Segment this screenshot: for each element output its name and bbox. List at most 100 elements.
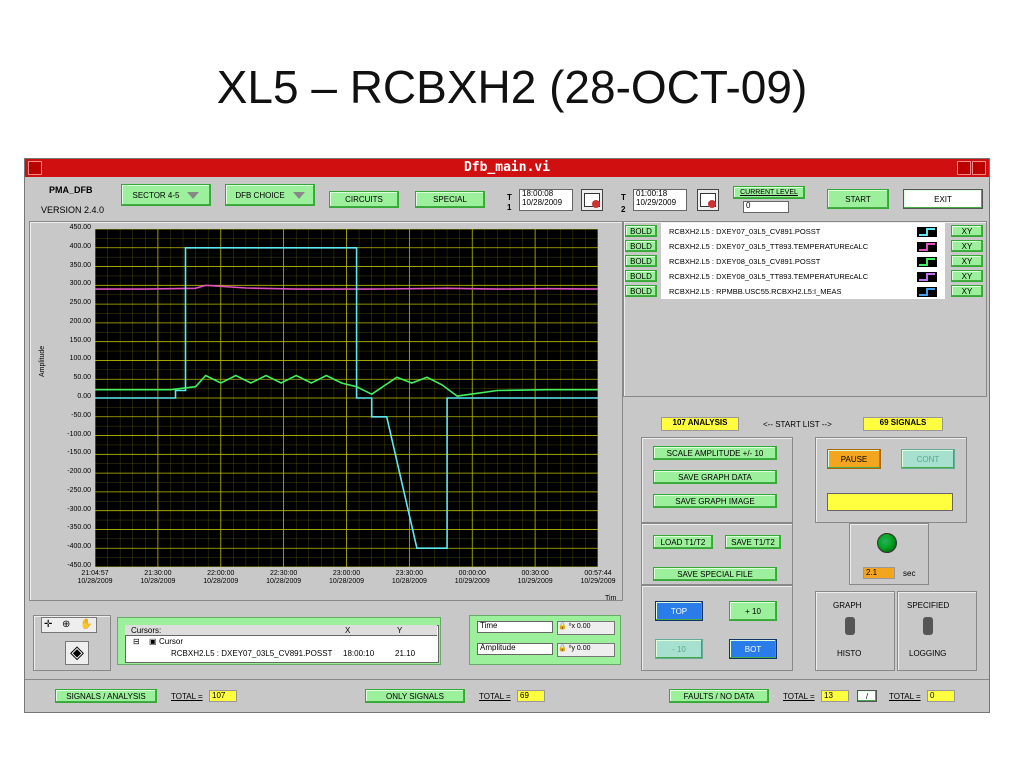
- signal-color-icon: [917, 257, 937, 267]
- xy-button[interactable]: XY: [951, 240, 983, 252]
- faults-no-data-button[interactable]: FAULTS / NO DATA: [669, 689, 769, 703]
- signal-color-icon: [917, 272, 937, 282]
- total2-value: 69: [517, 690, 545, 702]
- signal-name: RCBXH2.L5 : DXEY07_03L5_CV891.POSST: [669, 227, 821, 236]
- x-tick-label: 23:00:00 10/28/2009: [328, 570, 365, 586]
- total3-value: 13: [821, 690, 849, 702]
- cursor-expand-icon[interactable]: ⊟: [133, 637, 140, 646]
- only-signals-button[interactable]: ONLY SIGNALS: [365, 689, 465, 703]
- minus-10-button[interactable]: - 10: [655, 639, 703, 659]
- signal-row[interactable]: RCBXH2.L5 : DXEY08_03L5_CV891.POSST: [669, 255, 941, 269]
- window-menu-icon[interactable]: [28, 161, 42, 175]
- graph-histo-toggle[interactable]: [845, 617, 855, 635]
- signals-analysis-button[interactable]: SIGNALS / ANALYSIS: [55, 689, 157, 703]
- current-level-input[interactable]: 0: [743, 201, 789, 213]
- save-special-file-button[interactable]: SAVE SPECIAL FILE: [653, 567, 777, 581]
- save-t1t2-button[interactable]: SAVE T1/T2: [725, 535, 781, 549]
- analysis-count: 107 ANALYSIS: [661, 417, 739, 431]
- cursor-y-value: 21.10: [395, 649, 416, 658]
- y-tick-label: -200.00: [67, 468, 91, 476]
- dfb-choice-dropdown[interactable]: DFB CHOICE: [225, 184, 315, 206]
- bold-button[interactable]: BOLD: [625, 285, 657, 297]
- bot-button[interactable]: BOT: [729, 639, 777, 659]
- cursor-name: Cursor: [159, 637, 184, 646]
- plot-area[interactable]: [95, 229, 598, 567]
- window-title: Dfb_main.vi: [463, 160, 551, 175]
- save-graph-data-button[interactable]: SAVE GRAPH DATA: [653, 470, 777, 484]
- signal-name: RCBXH2.L5 : RPMBB.USC55.RCBXH2.L5:I_MEAS: [669, 287, 842, 296]
- crosshair-icon[interactable]: ✛: [44, 619, 52, 630]
- amplitude-axis-format-icons[interactable]: 🔒 ⁰y 0.00: [557, 643, 615, 657]
- t1-field[interactable]: 18:00:08 10/28/2009: [519, 189, 573, 211]
- minimize-icon[interactable]: [957, 161, 971, 175]
- t1-calendar-icon[interactable]: [581, 189, 603, 211]
- total3-label: TOTAL =: [783, 692, 815, 701]
- bold-button[interactable]: BOLD: [625, 240, 657, 252]
- signal-row[interactable]: RCBXH2.L5 : DXEY08_03L5_TT893.TEMPERATUR…: [669, 270, 941, 284]
- y-tick-label: -450.00: [67, 562, 91, 569]
- y-tick-label: 300.00: [69, 280, 91, 288]
- y-tick-label: -400.00: [67, 543, 91, 551]
- signal-row[interactable]: RCBXH2.L5 : RPMBB.USC55.RCBXH2.L5:I_MEAS: [669, 285, 941, 299]
- save-graph-image-button[interactable]: SAVE GRAPH IMAGE: [653, 494, 777, 508]
- status-divider: [25, 679, 989, 680]
- status-led-icon: [877, 533, 897, 553]
- pan-hand-icon[interactable]: ✋: [80, 619, 92, 630]
- cursor-signal: RCBXH2.L5 : DXEY07_03L5_CV891.POSST: [171, 649, 333, 658]
- pause-button[interactable]: PAUSE: [827, 449, 881, 469]
- time-axis-format-icons[interactable]: 🔒 ⁰x 0.00: [557, 621, 615, 635]
- xy-button[interactable]: XY: [951, 225, 983, 237]
- xy-button[interactable]: XY: [951, 285, 983, 297]
- bold-button[interactable]: BOLD: [625, 225, 657, 237]
- cont-button[interactable]: CONT: [901, 449, 955, 469]
- status-message-field: [827, 493, 953, 511]
- time-axis-name[interactable]: Time: [477, 621, 553, 633]
- signal-color-icon: [917, 227, 937, 237]
- circuits-button[interactable]: CIRCUITS: [329, 191, 399, 208]
- top-button[interactable]: TOP: [655, 601, 703, 621]
- t2-calendar-icon[interactable]: [697, 189, 719, 211]
- total4-label: TOTAL =: [889, 692, 921, 701]
- y-tick-label: -350.00: [67, 524, 91, 532]
- sector-dropdown[interactable]: SECTOR 4-5: [121, 184, 211, 206]
- specified-logging-toggle[interactable]: [923, 617, 933, 635]
- slide-title: XL5 – RCBXH2 (28-OCT-09): [216, 61, 808, 113]
- load-t1t2-button[interactable]: LOAD T1/T2: [653, 535, 713, 549]
- cursor-table-header: [125, 625, 437, 636]
- maximize-icon[interactable]: [972, 161, 986, 175]
- y-tick-label: 250.00: [69, 299, 91, 307]
- signal-row[interactable]: RCBXH2.L5 : DXEY07_03L5_TT893.TEMPERATUR…: [669, 240, 941, 254]
- y-tick-label: -100.00: [67, 430, 91, 438]
- window-titlebar: Dfb_main.vi: [25, 159, 989, 177]
- x-tick-label: 00:57:44 10/29/2009: [580, 570, 616, 586]
- x-tick-label: 21:30:00 10/28/2009: [140, 570, 176, 586]
- signal-name: RCBXH2.L5 : DXEY08_03L5_CV891.POSST: [669, 257, 821, 266]
- y-tick-label: 50.00: [73, 374, 91, 382]
- t2-num: 2: [621, 205, 626, 214]
- xy-button[interactable]: XY: [951, 270, 983, 282]
- graph-palette[interactable]: ✛ ⊕ ✋: [41, 617, 97, 633]
- scale-amplitude-button[interactable]: SCALE AMPLITUDE +/- 10: [653, 446, 777, 460]
- t2-field[interactable]: 01:00:18 10/29/2009: [633, 189, 687, 211]
- signal-row[interactable]: RCBXH2.L5 : DXEY07_03L5_CV891.POSST: [669, 225, 941, 239]
- special-button[interactable]: SPECIAL: [415, 191, 485, 208]
- zoom-icon[interactable]: ⊕: [62, 619, 70, 630]
- app-name: PMA_DFB: [49, 185, 93, 195]
- plus-10-button[interactable]: + 10: [729, 601, 777, 621]
- current-level-label: CURRENT LEVEL: [733, 186, 805, 199]
- graph-label: GRAPH: [833, 601, 862, 610]
- x-tick-label: 21:04:57 10/28/2009: [77, 570, 113, 586]
- bold-button[interactable]: BOLD: [625, 270, 657, 282]
- xy-button[interactable]: XY: [951, 255, 983, 267]
- rate-value[interactable]: 2.1: [863, 567, 895, 579]
- start-button[interactable]: START: [827, 189, 889, 209]
- bold-button[interactable]: BOLD: [625, 255, 657, 267]
- t1-num: 1: [507, 203, 512, 212]
- x-tick-label: 22:30:00 10/28/2009: [266, 570, 302, 586]
- exit-button[interactable]: EXIT: [903, 189, 983, 209]
- amplitude-axis-name[interactable]: Amplitude: [477, 643, 553, 655]
- y-tick-label: 100.00: [69, 355, 91, 363]
- y-tick-label: -50.00: [71, 411, 91, 419]
- cursor-move-icon[interactable]: ◈: [65, 641, 89, 665]
- slash-button[interactable]: /: [857, 690, 877, 702]
